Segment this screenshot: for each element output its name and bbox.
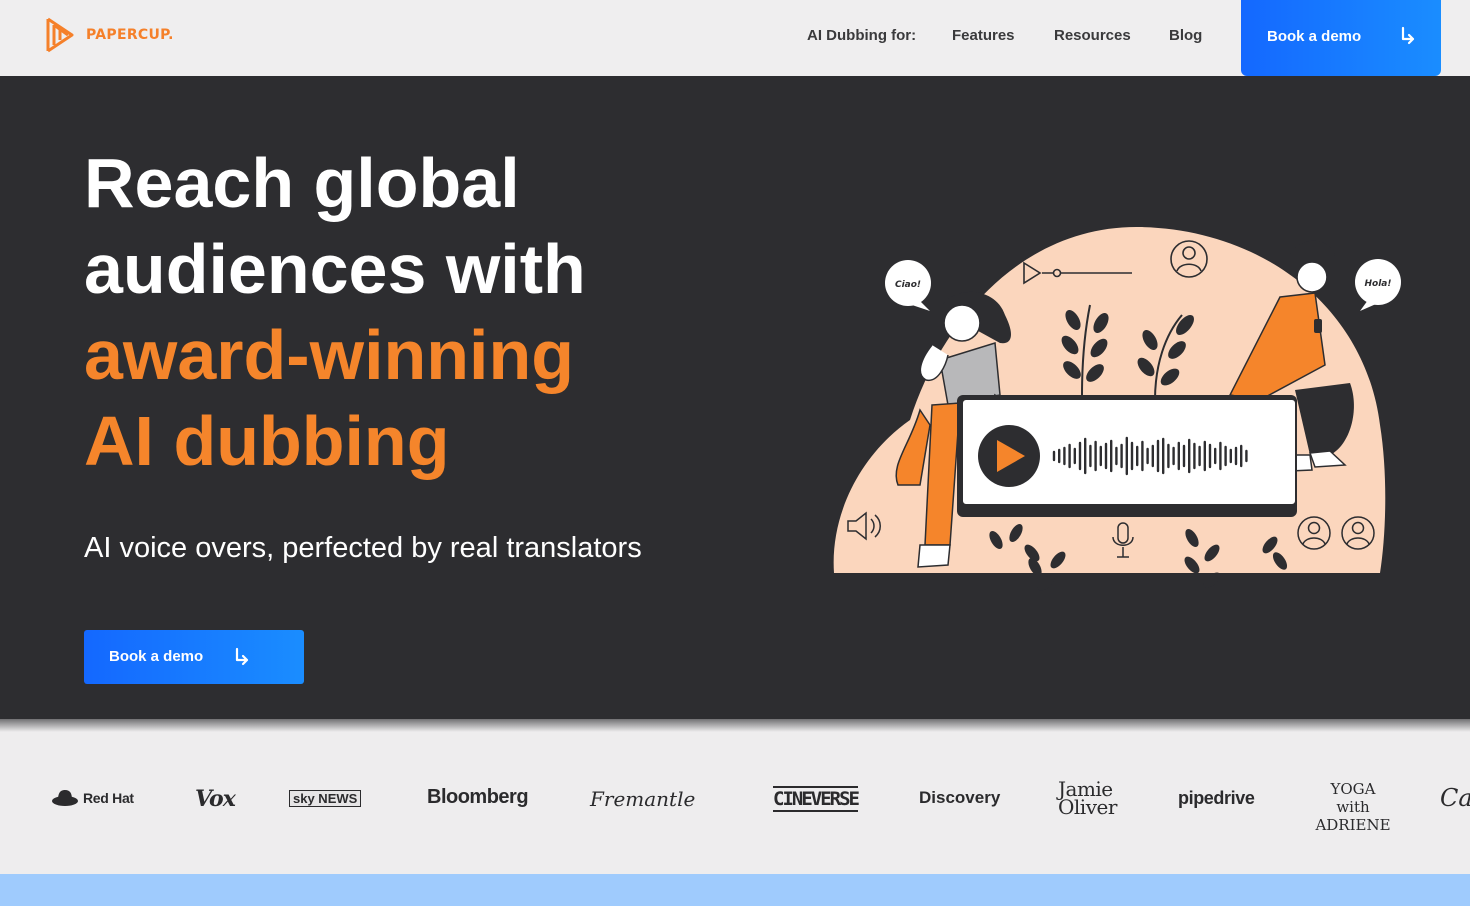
- hero-book-demo-button[interactable]: Book a demo: [84, 630, 304, 684]
- logo-discovery: Discovery: [919, 788, 1001, 807]
- headline-line-4: AI dubbing: [84, 402, 450, 480]
- logo-bloomberg: Bloomberg: [427, 786, 529, 808]
- headline-line-1: Reach global: [84, 144, 520, 222]
- logo-red-hat: Red Hat: [51, 788, 134, 808]
- site-header: PAPERCUP. AI Dubbing for: Features Resou…: [0, 0, 1470, 76]
- hero-subheadline: AI voice overs, perfected by real transl…: [84, 532, 642, 564]
- logo-fremantle: Fremantle: [590, 787, 696, 811]
- arrow-down-right-icon: [1401, 26, 1415, 45]
- headline-line-3: award-winning: [84, 316, 574, 394]
- header-book-demo-label: Book a demo: [1267, 28, 1362, 45]
- logo-yoga-with-adriene: YOGA with ADRIENE: [1315, 780, 1391, 834]
- nav-blog[interactable]: Blog: [1169, 27, 1202, 44]
- logo-pipedrive: pipedrive: [1178, 788, 1255, 808]
- papercup-logo[interactable]: PAPERCUP.: [46, 17, 174, 53]
- headline-line-2: audiences with: [84, 230, 586, 308]
- logo-sky-news: sky NEWS: [289, 790, 362, 807]
- header-book-demo-button[interactable]: Book a demo: [1241, 0, 1441, 76]
- next-section-band: [0, 874, 1470, 906]
- hero-illustration: Ciao! Hola!: [833, 226, 1401, 591]
- hero-headline: Reach global audiences with award-winnin…: [84, 140, 724, 484]
- svg-text:Ciao!: Ciao!: [895, 280, 921, 290]
- hola-speech-bubble: Hola!: [1355, 259, 1401, 311]
- nav-resources[interactable]: Resources: [1054, 27, 1131, 44]
- ciao-speech-bubble: Ciao!: [885, 260, 931, 311]
- audio-player-card: [957, 395, 1297, 517]
- logo-vox: Vox: [195, 786, 236, 812]
- logo-partial: Ca: [1440, 784, 1470, 812]
- logo-jamie-oliver: Jamie Oliver: [1058, 777, 1117, 819]
- nav-ai-dubbing-for[interactable]: AI Dubbing for:: [807, 27, 916, 44]
- play-button-icon: [978, 425, 1040, 487]
- nav-features[interactable]: Features: [952, 27, 1015, 44]
- client-logos-strip: Red Hat Vox sky NEWS Bloomberg Fremantle…: [0, 732, 1470, 874]
- svg-text:Hola!: Hola!: [1365, 279, 1392, 289]
- logo-cineverse: CINEVERSE: [773, 786, 860, 812]
- arrow-down-right-icon: [235, 647, 249, 666]
- hero-shadow: [0, 712, 1470, 732]
- hero-book-demo-label: Book a demo: [109, 648, 204, 665]
- red-hat-icon: [52, 790, 78, 806]
- papercup-logo-icon: [46, 17, 74, 53]
- logo-wordmark: PAPERCUP.: [86, 27, 174, 43]
